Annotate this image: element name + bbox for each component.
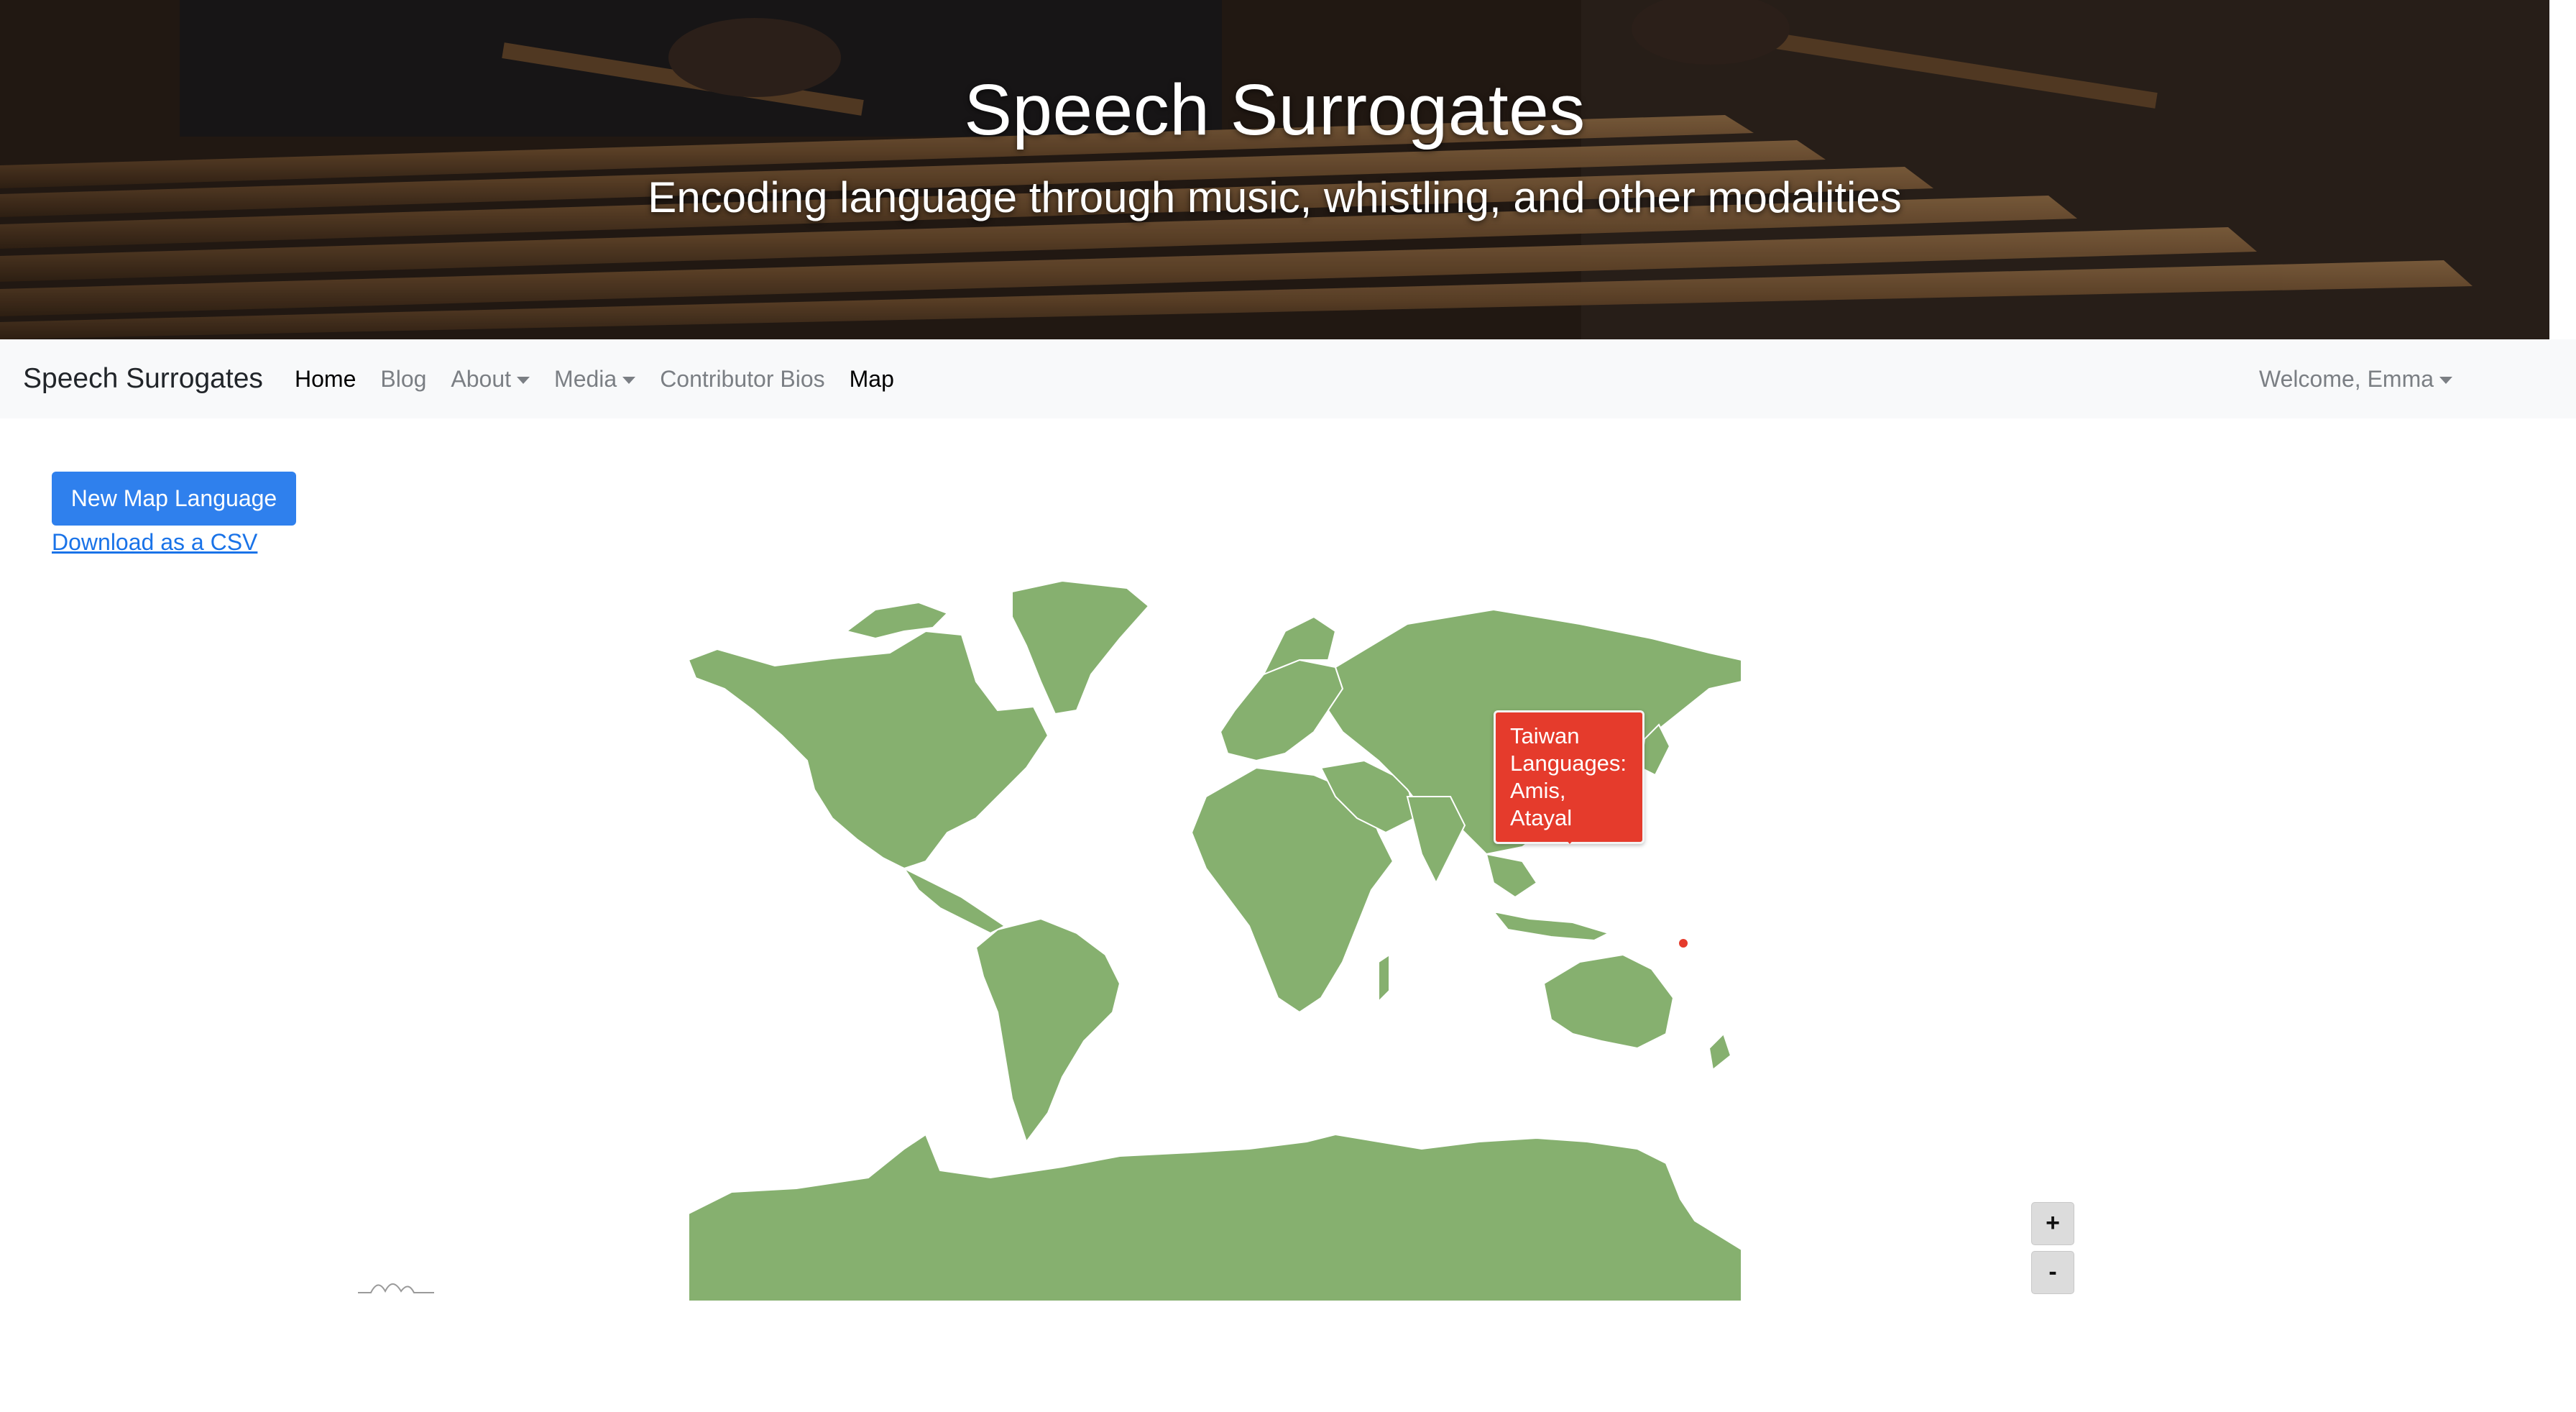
region-europe: [1219, 659, 1344, 762]
top-navbar: Speech Surrogates Home Blog About Media …: [0, 339, 2576, 418]
tooltip-language-1: Amis,: [1510, 778, 1566, 803]
caret-down-icon: [2439, 377, 2453, 385]
nav-blog[interactable]: Blog: [380, 366, 426, 393]
region-north-america: [687, 630, 1049, 870]
user-menu-label: Welcome, Emma: [2259, 365, 2434, 392]
region-south-america: [975, 917, 1121, 1144]
nav-map[interactable]: Map: [850, 366, 894, 393]
region-greenland: [1011, 579, 1150, 715]
region-southeast-asia: [1485, 853, 1538, 899]
caret-down-icon: [622, 377, 636, 385]
user-menu-dropdown[interactable]: Welcome, Emma: [2259, 365, 2453, 393]
xylophone-photo: [0, 0, 2549, 339]
hero-subtitle: Encoding language through music, whistli…: [648, 173, 1902, 221]
zoom-out-button[interactable]: -: [2031, 1251, 2074, 1294]
map-tooltip: Taiwan Languages: Amis, Atayal: [1494, 710, 1644, 844]
region-antarctica: [688, 1133, 1742, 1302]
map-marker[interactable]: [1679, 939, 1688, 948]
nav-about-dropdown[interactable]: About: [451, 366, 530, 393]
region-india: [1406, 796, 1466, 885]
region-madagascar: [1378, 953, 1390, 1004]
hero-title: Speech Surrogates: [964, 70, 1586, 150]
region-australia: [1542, 953, 1675, 1050]
world-map-svg[interactable]: [687, 579, 1742, 1302]
hero-banner: Speech Surrogates Encoding language thro…: [0, 0, 2549, 339]
nav-about-label: About: [451, 365, 512, 392]
wave-logo-icon: [358, 1283, 434, 1293]
tooltip-languages-label: Languages:: [1510, 751, 1627, 776]
region-central-america: [902, 866, 1006, 935]
download-csv-link[interactable]: Download as a CSV: [52, 529, 257, 556]
nav-home[interactable]: Home: [295, 366, 356, 393]
zoom-in-button[interactable]: +: [2031, 1202, 2074, 1245]
nav-media-label: Media: [554, 365, 617, 392]
nav-media-dropdown[interactable]: Media: [554, 365, 636, 393]
new-map-language-button[interactable]: New Map Language: [52, 472, 296, 526]
nav-links: Home Blog About Media Contributor Bios M…: [295, 339, 919, 418]
caret-down-icon: [517, 377, 530, 385]
nav-contributor-bios[interactable]: Contributor Bios: [660, 366, 824, 393]
tooltip-arrow: [1561, 834, 1578, 844]
region-new-zealand: [1708, 1032, 1732, 1071]
world-map[interactable]: [687, 579, 1742, 1302]
navbar-brand[interactable]: Speech Surrogates: [23, 363, 263, 395]
tooltip-language-2: Atayal: [1510, 805, 1573, 830]
region-indonesia: [1491, 910, 1611, 942]
tooltip-country: Taiwan: [1510, 723, 1580, 748]
